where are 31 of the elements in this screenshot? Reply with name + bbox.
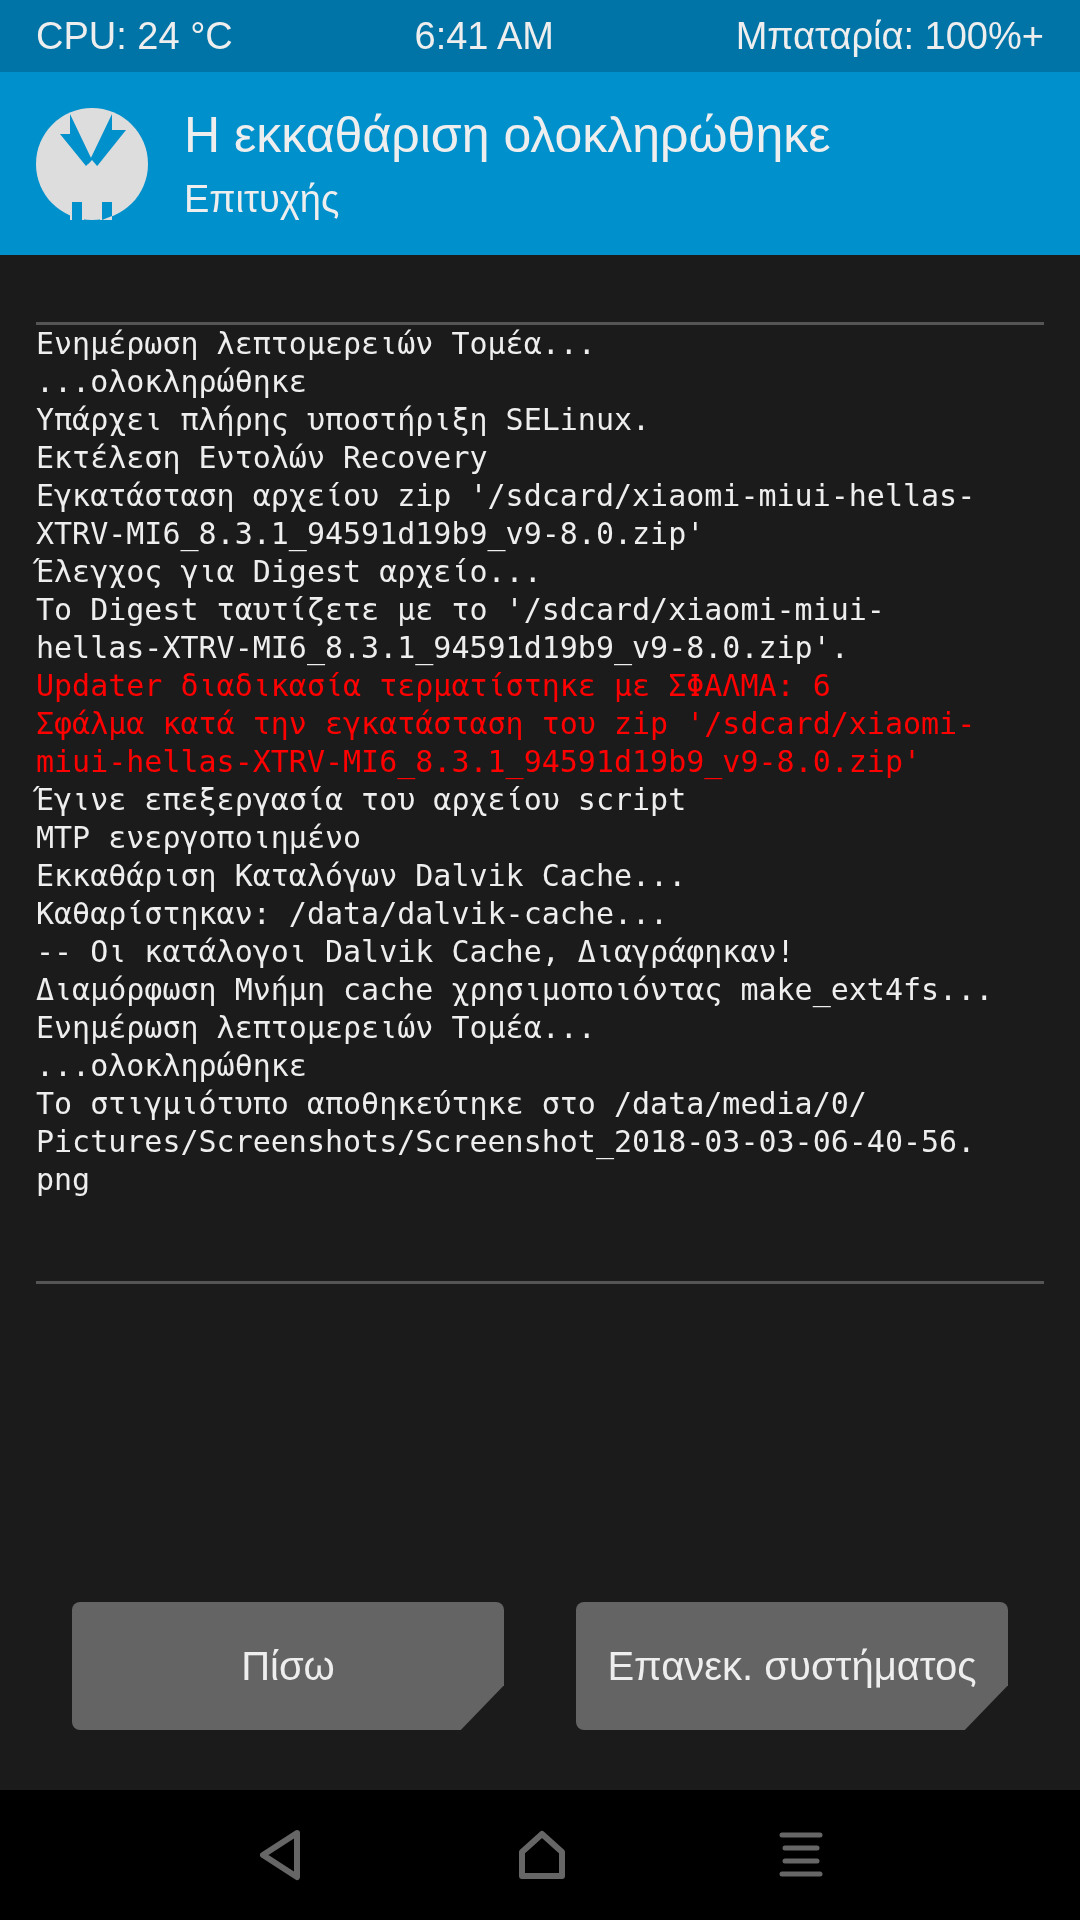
log-line: ...ολοκληρώθηκε xyxy=(36,1047,308,1085)
log-line: ...ολοκληρώθηκε xyxy=(36,363,308,401)
log-line: Το στιγμιότυπο αποθηκεύτηκε στο /data/media/0/ xyxy=(36,1085,868,1123)
log-line: Το Digest ταυτίζετε με το '/sdcard/xiaomi-miui- xyxy=(36,591,886,629)
battery-status: Μπαταρία: 100%+ xyxy=(735,14,1044,58)
error-log-line: Σφάλμα κατά την εγκατάσταση του zip '/sdcard/xiaomi- xyxy=(36,705,977,743)
log-line: hellas-XTRV-MI6_8.3.1_94591d19b9_v9-8.0.zip'. xyxy=(36,629,850,667)
logo-icon xyxy=(36,107,148,220)
error-log-line: Updater διαδικασία τερματίστηκε με ΣΦΑΛΜΑ: 6 xyxy=(36,667,832,705)
home-icon[interactable] xyxy=(518,1830,566,1880)
back-button[interactable]: Πίσω xyxy=(72,1602,504,1730)
header-subtitle: Επιτυχής xyxy=(184,178,341,221)
log-line: Ενημέρωση λεπτομερειών Τομέα... xyxy=(36,325,597,363)
log-line: png xyxy=(36,1161,92,1199)
cpu-temperature: CPU: 24 °C xyxy=(36,14,233,58)
log-line: MTP ενεργοποιημένο xyxy=(36,819,363,857)
log-line: -- Οι κατάλογοι Dalvik Cache, Διαγράφηκαν! xyxy=(36,933,796,971)
log-line: Εκτέλεση Εντολών Recovery xyxy=(36,439,489,477)
log-line: Ενημέρωση λεπτομερειών Τομέα... xyxy=(36,1009,597,1047)
log-line: Διαμόρφωση Μνήμη cache χρησιμοποιόντας make_ext4fs... xyxy=(36,971,995,1009)
log-line: Υπάρχει πλήρης υποστήριξη SELinux. xyxy=(36,401,652,439)
menu-icon[interactable] xyxy=(779,1832,824,1878)
error-log-line: miui-hellas-XTRV-MI6_8.3.1_94591d19b9_v9-8.0.zip' xyxy=(36,743,922,781)
log-line: XTRV-MI6_8.3.1_94591d19b9_v9-8.0.zip' xyxy=(36,515,706,553)
header-title: Η εκκαθάριση ολοκληρώθηκε xyxy=(184,106,831,164)
log-line: Pictures/Screenshots/Screenshot_2018-03-03-06-40-56. xyxy=(36,1123,977,1161)
log-line: Εκκαθάριση Καταλόγων Dalvik Cache... xyxy=(36,857,688,895)
reboot-button[interactable]: Επανεκ. συστήματος xyxy=(576,1602,1008,1730)
log-line: Καθαρίστηκαν: /data/dalvik-cache... xyxy=(36,895,670,933)
clock: 6:41 AM xyxy=(414,14,554,58)
log-line: Εγκατάσταση αρχείου zip '/sdcard/xiaomi-miui-hellas- xyxy=(36,477,977,515)
